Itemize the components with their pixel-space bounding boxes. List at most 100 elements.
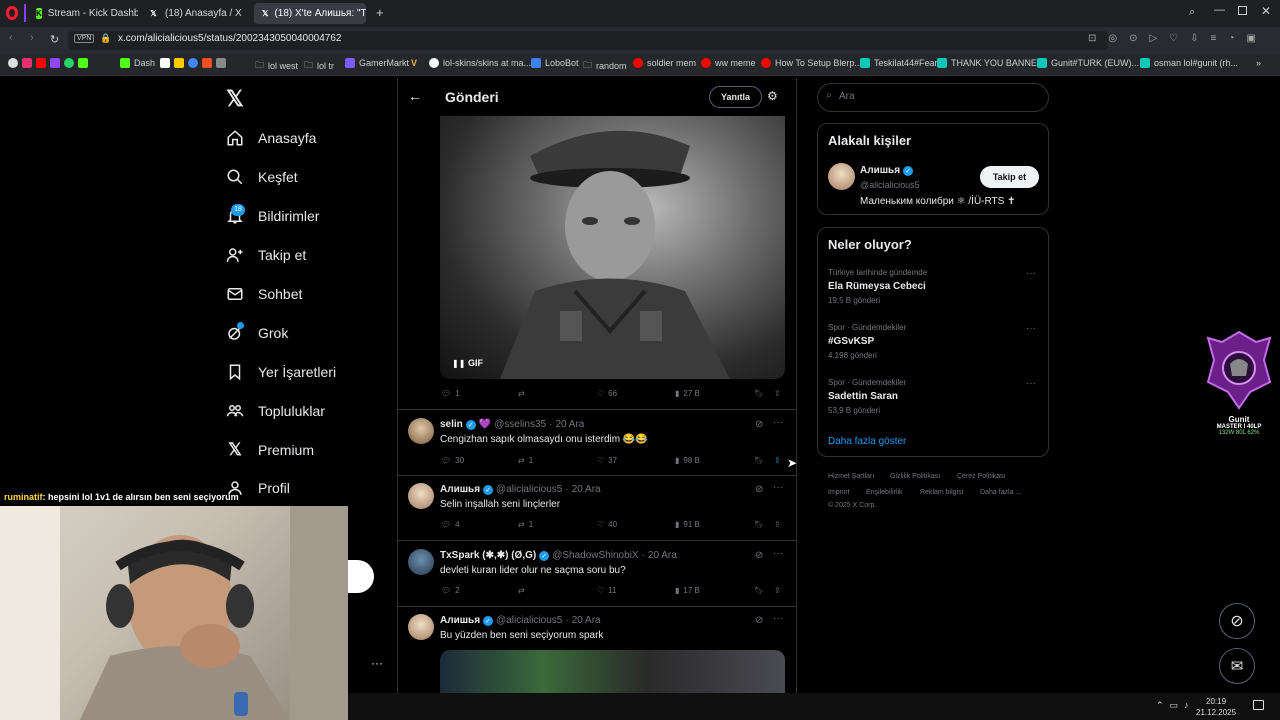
trend-name[interactable]: Sadettin Saran — [828, 391, 898, 402]
bookmark-thank-you[interactable]: THANK YOU BANNE... — [937, 58, 1044, 68]
bookmark-blerp[interactable]: How To Setup Blerp... — [761, 58, 862, 68]
bookmark-ww-meme[interactable]: ww meme — [701, 58, 756, 68]
share-action[interactable]: ⇪ — [774, 586, 781, 595]
bookmark-gamermarkt[interactable]: GamerMarkt — [345, 58, 409, 68]
author-name[interactable]: selin — [440, 419, 463, 430]
grok-fab[interactable]: ⊘ — [1219, 603, 1255, 639]
tab-x-home[interactable]: 𝕏 (18) Anasayfa / X — [140, 3, 252, 24]
retweet-action[interactable]: ⇄ — [518, 586, 525, 595]
reply-button[interactable]: Yanıtla — [709, 86, 762, 108]
nav-bookmarks[interactable]: Yer İşaretleri — [226, 363, 336, 381]
forward-icon[interactable]: › — [30, 32, 34, 44]
nav-communities[interactable]: Topluluklar — [226, 402, 325, 420]
vpn-badge[interactable]: VPN — [74, 34, 95, 43]
grok-icon[interactable]: ⊘ — [755, 484, 763, 495]
bookmark-lol-tr[interactable]: 🗀 lol tr — [304, 58, 334, 74]
search-tabs-icon[interactable]: ⌕ — [1189, 6, 1195, 19]
footer-link[interactable]: Çerez Politikası — [957, 473, 1006, 480]
reply-action[interactable]: 💬︎ 1 — [441, 389, 460, 398]
footer-link[interactable]: Gizlilik Politikası — [890, 473, 940, 480]
url-text[interactable]: x.com/alicialicious5/status/200234305004… — [118, 33, 342, 44]
author-name[interactable]: Алишья — [440, 484, 480, 495]
author-handle[interactable]: @sselins35 — [494, 419, 546, 430]
back-arrow-icon[interactable]: ← — [408, 88, 422, 104]
retweet-action[interactable]: ⇄ 1 — [518, 520, 533, 529]
bookmark-dash[interactable]: Dash — [120, 58, 155, 68]
bookmark-soldier-mem[interactable]: soldier mem — [633, 58, 696, 68]
new-tab-icon[interactable]: + — [376, 5, 384, 20]
bookmark-teskilat[interactable]: Teskilat44#Fear — [860, 58, 938, 68]
bookmark-action[interactable]: 🔖︎ — [754, 520, 764, 529]
bookmark-gunit-turk[interactable]: Gunit#TURK (EUW)... — [1037, 58, 1139, 68]
messages-fab[interactable]: ✉ — [1219, 648, 1255, 684]
back-icon[interactable]: ‹ — [9, 32, 13, 44]
related-handle[interactable]: @alicialicious5 — [860, 180, 920, 190]
avatar[interactable] — [408, 418, 434, 444]
reply-action[interactable]: 💬︎ 2 — [441, 586, 460, 595]
more-icon[interactable]: ··· — [773, 613, 783, 624]
bookmark-lol-west[interactable]: 🗀 lol west — [255, 58, 298, 74]
close-icon[interactable]: ✕ — [1261, 4, 1271, 18]
maximize-icon[interactable] — [1238, 6, 1247, 15]
views-action[interactable]: ▮ 17 B — [675, 586, 700, 595]
author-handle[interactable]: @ShadowShinobiX — [552, 550, 638, 561]
pause-icon[interactable]: ❚❚ — [452, 359, 465, 368]
retweet-action[interactable]: ⇄ 1 — [518, 456, 533, 465]
bookmark-random[interactable]: 🗀 random — [583, 58, 627, 74]
author-handle[interactable]: @alicialicious5 — [496, 484, 562, 495]
more-icon[interactable]: ··· — [1026, 323, 1036, 334]
nav-grok[interactable]: Grok — [226, 324, 288, 342]
reload-icon[interactable]: ↻ — [50, 33, 59, 46]
reply-media[interactable] — [440, 650, 785, 694]
lock-icon[interactable]: 🔒 — [100, 33, 111, 44]
settings-sliders-icon[interactable]: ⚙ — [767, 89, 778, 103]
retweet-action[interactable]: ⇄ — [518, 389, 525, 398]
like-action[interactable]: ♡ 37 — [597, 456, 617, 465]
reply-date[interactable]: 20 Ara — [572, 615, 601, 626]
follow-button[interactable]: Takip et — [980, 166, 1039, 188]
reply-date[interactable]: 20 Ara — [648, 550, 677, 561]
taskbar-clock[interactable]: 20:19 21.12.2025 — [1196, 696, 1236, 718]
footer-link[interactable]: Daha fazla ... — [980, 489, 1021, 496]
footer-link[interactable]: Hizmet Şartları — [828, 473, 874, 480]
bookmark-favicons-2[interactable] — [160, 58, 226, 68]
more-icon[interactable]: ··· — [773, 417, 783, 428]
related-name[interactable]: Алишья — [860, 165, 900, 176]
nav-home[interactable]: Anasayfa — [226, 129, 316, 147]
avatar[interactable] — [408, 549, 434, 575]
footer-link[interactable]: Reklam bilgisi — [920, 489, 963, 496]
share-action[interactable]: ⇪ — [774, 456, 781, 465]
nav-chat[interactable]: Sohbet — [226, 285, 302, 303]
trend-name[interactable]: #GSvKSP — [828, 336, 874, 347]
grok-icon[interactable]: ⊘ — [755, 550, 763, 561]
reply-action[interactable]: 💬︎ 30 — [441, 456, 464, 465]
nav-explore[interactable]: Keşfet — [226, 168, 298, 186]
x-logo-icon[interactable]: 𝕏 — [226, 86, 244, 112]
footer-link[interactable]: Erişilebilirlik — [866, 489, 903, 496]
opera-logo-icon[interactable] — [6, 6, 18, 20]
like-action[interactable]: ♡ 66 — [597, 389, 617, 398]
avatar[interactable] — [828, 163, 855, 190]
bookmark-action[interactable]: 🔖︎ — [754, 389, 764, 398]
like-action[interactable]: ♡ 11 — [597, 586, 616, 595]
bookmark-action[interactable]: 🔖︎ — [754, 456, 764, 465]
avatar[interactable] — [408, 614, 434, 640]
views-action[interactable]: ▮ 98 B — [675, 456, 700, 465]
author-name[interactable]: TxSpark (✱,✱) (Ø,G) — [440, 550, 536, 561]
show-more-link[interactable]: Daha fazla göster — [828, 436, 906, 447]
bookmark-favicons[interactable] — [8, 58, 88, 68]
notification-center-icon[interactable] — [1253, 700, 1264, 710]
footer-link[interactable]: Imprint — [828, 489, 849, 496]
post-gif-media[interactable] — [440, 116, 785, 379]
tab-x-post[interactable]: 𝕏 (18) X'te Алишья: "Tarihin — [254, 3, 366, 24]
bookmark-lol-skins[interactable]: lol-skins/skins at ma... — [429, 58, 531, 68]
reply-date[interactable]: 20 Ara — [555, 419, 584, 430]
share-action[interactable]: ⇪ — [774, 389, 781, 398]
avatar[interactable] — [408, 483, 434, 509]
like-action[interactable]: ♡ 40 — [597, 520, 617, 529]
views-action[interactable]: ▮ 91 B — [675, 520, 700, 529]
more-options-icon[interactable]: ··· — [371, 656, 383, 670]
bookmarks-overflow-icon[interactable]: » — [1256, 58, 1261, 68]
share-action[interactable]: ⇪ — [774, 520, 781, 529]
reply-date[interactable]: 20 Ara — [572, 484, 601, 495]
